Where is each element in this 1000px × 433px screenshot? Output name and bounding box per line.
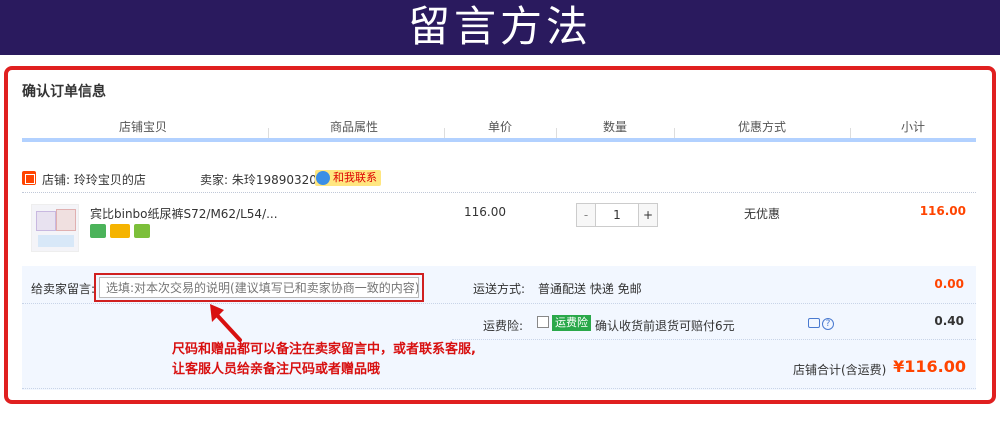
order-section-title: 确认订单信息	[22, 84, 106, 100]
table-header: 店铺宝贝 商品属性 单价 数量 优惠方式 小计	[22, 116, 976, 140]
product-row: 宾比binbo纸尿裤S72/M62/L54/... 116.00 - 1 + 无…	[22, 193, 976, 265]
product-thumbnail[interactable]	[31, 204, 79, 252]
header-underline	[22, 138, 976, 142]
column-header-discount: 优惠方式	[737, 120, 786, 134]
card-payment-icon	[110, 224, 130, 238]
header-divider	[444, 128, 445, 138]
shipping-insurance-badge: 运费险	[552, 315, 591, 331]
annotation-note: 尺码和赠品都可以备注在卖家留言中，或者联系客服, 让客服人员给亲备注尺码或者赠品…	[172, 340, 476, 380]
seller-name: 卖家: 朱玲19890320	[200, 173, 317, 187]
annotation-line-1: 尺码和赠品都可以备注在卖家留言中，或者联系客服,	[172, 342, 476, 357]
thumbnail-banner	[38, 235, 74, 247]
thumbnail-pack-b	[56, 209, 76, 231]
header-divider	[556, 128, 557, 138]
column-header-store-item: 店铺宝贝	[118, 120, 167, 134]
unit-price: 116.00	[464, 205, 506, 219]
header-divider	[850, 128, 851, 138]
contact-seller-label: 和我联系	[333, 171, 377, 184]
quantity-increase-button[interactable]: +	[638, 203, 658, 227]
store-row: 店铺: 玲玲宝贝的店 卖家: 朱玲19890320 和我联系	[22, 168, 976, 190]
seller-message-input[interactable]	[99, 277, 419, 298]
column-header-attributes: 商品属性	[329, 120, 378, 134]
shipping-fee: 0.00	[934, 277, 964, 291]
contact-seller-button[interactable]: 和我联系	[315, 170, 381, 186]
help-icon[interactable]: ?	[822, 318, 834, 330]
guarantee-icon	[134, 224, 150, 238]
panel-divider	[22, 303, 976, 304]
shipping-method-value[interactable]: 普通配送 快递 免邮	[538, 280, 642, 297]
taobao-store-icon	[22, 171, 36, 185]
store-name[interactable]: 店铺: 玲玲宝贝的店	[42, 171, 146, 188]
store-total-label: 店铺合计(含运费)	[793, 363, 887, 377]
banner-title: 留言方法	[407, 2, 592, 51]
header-divider	[268, 128, 269, 138]
item-subtotal: 116.00	[919, 204, 966, 218]
seven-day-return-icon	[90, 224, 106, 238]
column-header-subtotal: 小计	[900, 120, 925, 134]
quantity-decrease-button[interactable]: -	[576, 203, 596, 227]
store-total-value: ¥116.00	[893, 357, 966, 376]
shipping-insurance-checkbox[interactable]	[537, 316, 549, 328]
annotation-line-2: 让客服人员给亲备注尺码或者赠品哦	[172, 362, 381, 377]
product-name[interactable]: 宾比binbo纸尿裤S72/M62/L54/...	[90, 205, 278, 222]
shipping-insurance-description: 确认收货前退货可赔付6元	[595, 319, 735, 333]
chat-icon	[316, 171, 330, 185]
panel-divider	[22, 388, 976, 389]
column-header-quantity: 数量	[602, 120, 627, 134]
shipping-method-label: 运送方式:	[473, 282, 526, 296]
seller-message-label: 给卖家留言:	[31, 282, 96, 296]
banner: 留言方法	[0, 0, 1000, 55]
insurance-info-icons: ?	[808, 318, 834, 330]
header-divider	[674, 128, 675, 138]
shipping-insurance-label: 运费险:	[483, 319, 524, 333]
panel-divider	[452, 339, 976, 340]
shipping-insurance-fee: 0.40	[934, 314, 964, 328]
column-header-unit-price: 单价	[487, 120, 512, 134]
message-icon[interactable]	[808, 318, 820, 328]
discount-method: 无优惠	[744, 207, 781, 221]
thumbnail-pack-a	[36, 211, 56, 231]
quantity-input[interactable]: 1	[595, 203, 639, 227]
